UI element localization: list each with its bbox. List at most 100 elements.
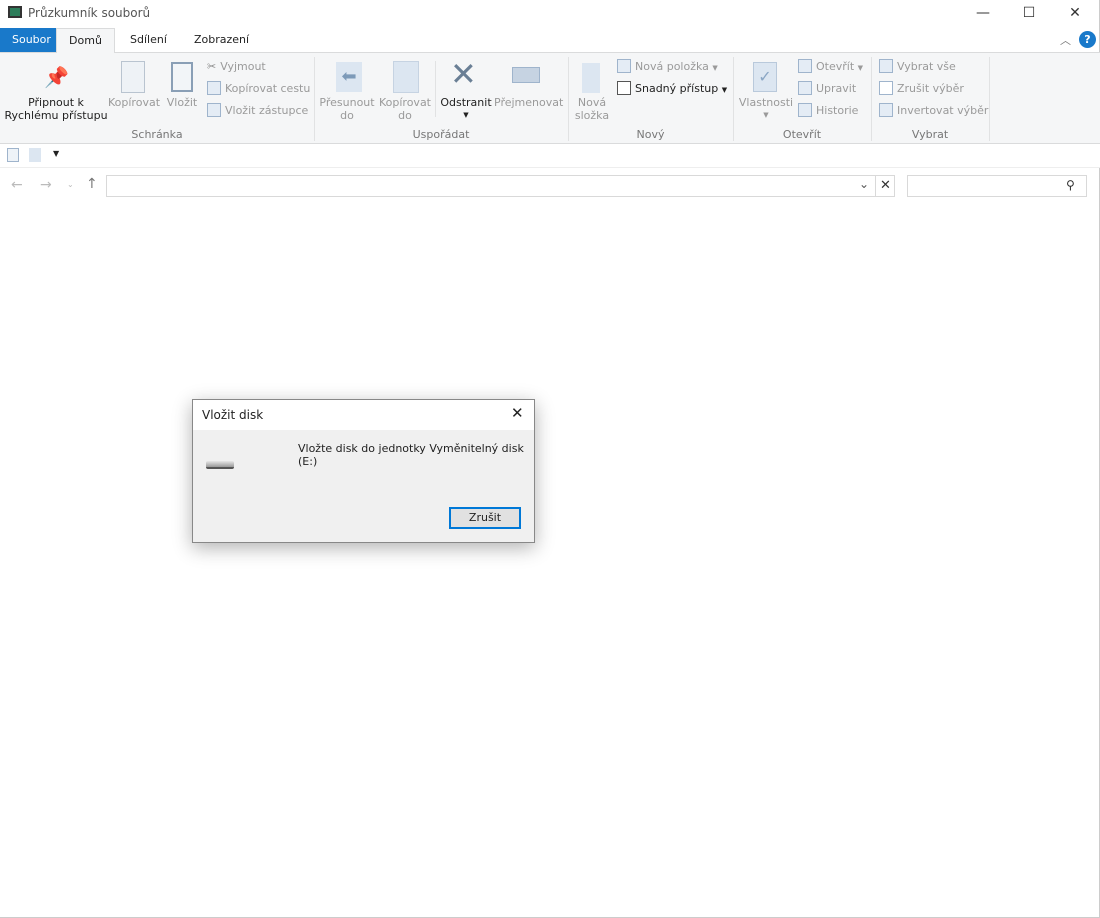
- copy-to-label-2: do: [398, 109, 412, 122]
- new-folder-label-2: složka: [574, 109, 610, 122]
- minimize-button[interactable]: —: [960, 0, 1006, 28]
- removable-drive-icon: [206, 461, 234, 469]
- paste-shortcut-icon: [207, 103, 221, 117]
- paste-button[interactable]: Vložit: [164, 96, 200, 109]
- quick-access-toolbar: ▼: [0, 144, 1100, 168]
- move-to-icon: ⬅: [336, 62, 362, 92]
- tab-domu[interactable]: Domů: [56, 28, 115, 53]
- select-none-button[interactable]: Zrušit výběr: [879, 79, 964, 99]
- explorer-app-icon: [8, 6, 22, 18]
- group-label-usporadat: Uspořádat: [412, 128, 470, 141]
- easy-access-button[interactable]: Snadný přístup ▼: [617, 79, 727, 99]
- easy-access-icon: [617, 81, 631, 95]
- tab-sdileni[interactable]: Sdílení: [118, 28, 179, 52]
- easy-access-label: Snadný přístup: [635, 82, 719, 95]
- open-button[interactable]: Otevřít ▼: [798, 57, 863, 77]
- properties-button[interactable]: Vlastnosti ▼: [737, 96, 795, 122]
- dialog-close-icon[interactable]: ✕: [511, 404, 524, 422]
- edit-icon: [798, 81, 812, 95]
- delete-label: Odstranit: [440, 96, 492, 109]
- pin-quick-access-button[interactable]: Připnout k Rychlému přístupu: [4, 96, 108, 122]
- history-button[interactable]: Historie: [798, 101, 858, 121]
- copy-to-button[interactable]: Kopírovat do: [377, 96, 433, 122]
- copy-path-label: Kopírovat cestu: [225, 82, 311, 95]
- invert-selection-label: Invertovat výběr: [897, 104, 989, 117]
- close-button[interactable]: ✕: [1052, 0, 1098, 28]
- ribbon-home: 📌 Připnout k Rychlému přístupu Kopírovat…: [0, 52, 1100, 144]
- explorer-window: Průzkumník souborů — ☐ ✕ Soubor Domů Sdí…: [0, 0, 1100, 918]
- new-item-label: Nová položka: [635, 60, 709, 73]
- new-folder-label-1: Nová: [577, 96, 607, 109]
- address-bar[interactable]: ⌄ ✕: [106, 175, 895, 197]
- search-box[interactable]: ⚲: [907, 175, 1087, 197]
- properties-icon: ✓: [753, 62, 777, 92]
- copy-icon: [121, 61, 145, 93]
- clear-address-icon[interactable]: ✕: [875, 175, 895, 197]
- tab-zobrazeni[interactable]: Zobrazení: [182, 28, 261, 52]
- recent-locations-chevron-icon[interactable]: ⌄: [67, 180, 74, 189]
- qat-properties-icon[interactable]: [7, 148, 19, 162]
- paste-icon: [171, 62, 193, 92]
- delete-button[interactable]: Odstranit ▼: [438, 96, 494, 122]
- new-folder-button[interactable]: Nová složka: [572, 96, 612, 122]
- copy-path-icon: [207, 81, 221, 95]
- history-icon: [798, 103, 812, 117]
- new-item-button[interactable]: Nová položka ▼: [617, 57, 718, 77]
- pin-label-2: Rychlému přístupu: [4, 109, 108, 122]
- open-label: Otevřít: [816, 60, 855, 73]
- open-icon: [798, 59, 812, 73]
- new-item-icon: [617, 59, 631, 73]
- qat-new-folder-icon[interactable]: [29, 148, 41, 162]
- group-label-schranka: Schránka: [131, 128, 183, 141]
- copy-to-icon: [393, 61, 419, 93]
- properties-label: Vlastnosti: [738, 96, 794, 109]
- delete-dropdown-arrow-icon[interactable]: ▼: [438, 109, 494, 122]
- title-bar: Průzkumník souborů — ☐ ✕: [0, 0, 1100, 28]
- pin-icon: 📌: [44, 65, 69, 89]
- rename-icon: [512, 67, 540, 83]
- cancel-button[interactable]: Zrušit: [449, 507, 521, 529]
- select-all-button[interactable]: Vybrat vše: [879, 57, 956, 77]
- move-to-button[interactable]: Přesunout do: [318, 96, 376, 122]
- copy-button[interactable]: Kopírovat: [108, 96, 160, 109]
- dialog-title: Vložit disk: [202, 408, 264, 422]
- edit-label: Upravit: [816, 82, 857, 95]
- move-to-label-1: Přesunout: [319, 96, 375, 109]
- paste-shortcut-label: Vložit zástupce: [225, 104, 309, 117]
- group-label-vybrat: Vybrat: [911, 128, 949, 141]
- qat-customize-dropdown-icon[interactable]: ▼: [53, 149, 59, 158]
- dialog-title-bar: Vložit disk ✕: [193, 400, 534, 430]
- rename-button[interactable]: Přejmenovat: [494, 96, 563, 109]
- cut-label: Vyjmout: [220, 60, 266, 73]
- address-dropdown-chevron-icon[interactable]: ⌄: [859, 177, 869, 191]
- select-none-icon: [879, 81, 893, 95]
- delete-x-icon: ✕: [450, 55, 477, 93]
- copy-path-button[interactable]: Kopírovat cestu: [207, 79, 310, 99]
- move-to-label-2: do: [340, 109, 354, 122]
- new-folder-icon: [582, 63, 600, 93]
- back-arrow-icon[interactable]: ←: [11, 177, 23, 193]
- insert-disk-dialog: Vložit disk ✕ Vložte disk do jednotky Vy…: [192, 399, 535, 543]
- up-arrow-icon[interactable]: ↑: [86, 176, 98, 192]
- separator: [435, 61, 436, 117]
- maximize-button[interactable]: ☐: [1006, 0, 1052, 28]
- select-none-label: Zrušit výběr: [897, 82, 964, 95]
- scissors-icon: ✂: [207, 60, 217, 73]
- group-separator: [989, 57, 990, 141]
- tab-soubor[interactable]: Soubor: [0, 28, 56, 52]
- help-icon[interactable]: ?: [1079, 31, 1096, 48]
- collapse-ribbon-icon[interactable]: ︿: [1060, 32, 1071, 48]
- edit-button[interactable]: Upravit: [798, 79, 856, 99]
- cut-button[interactable]: ✂ Vyjmout: [207, 57, 266, 77]
- paste-shortcut-button[interactable]: Vložit zástupce: [207, 101, 308, 121]
- forward-arrow-icon[interactable]: →: [40, 177, 52, 193]
- group-label-novy: Nový: [636, 128, 665, 141]
- group-label-otevrit: Otevřít: [782, 128, 822, 141]
- invert-selection-button[interactable]: Invertovat výběr: [879, 101, 988, 121]
- dialog-message: Vložte disk do jednotky Vyměnitelný disk…: [298, 442, 524, 468]
- copy-to-label-1: Kopírovat: [378, 96, 431, 109]
- select-all-label: Vybrat vše: [897, 60, 956, 73]
- invert-selection-icon: [879, 103, 893, 117]
- select-all-icon: [879, 59, 893, 73]
- search-icon: ⚲: [1066, 178, 1075, 192]
